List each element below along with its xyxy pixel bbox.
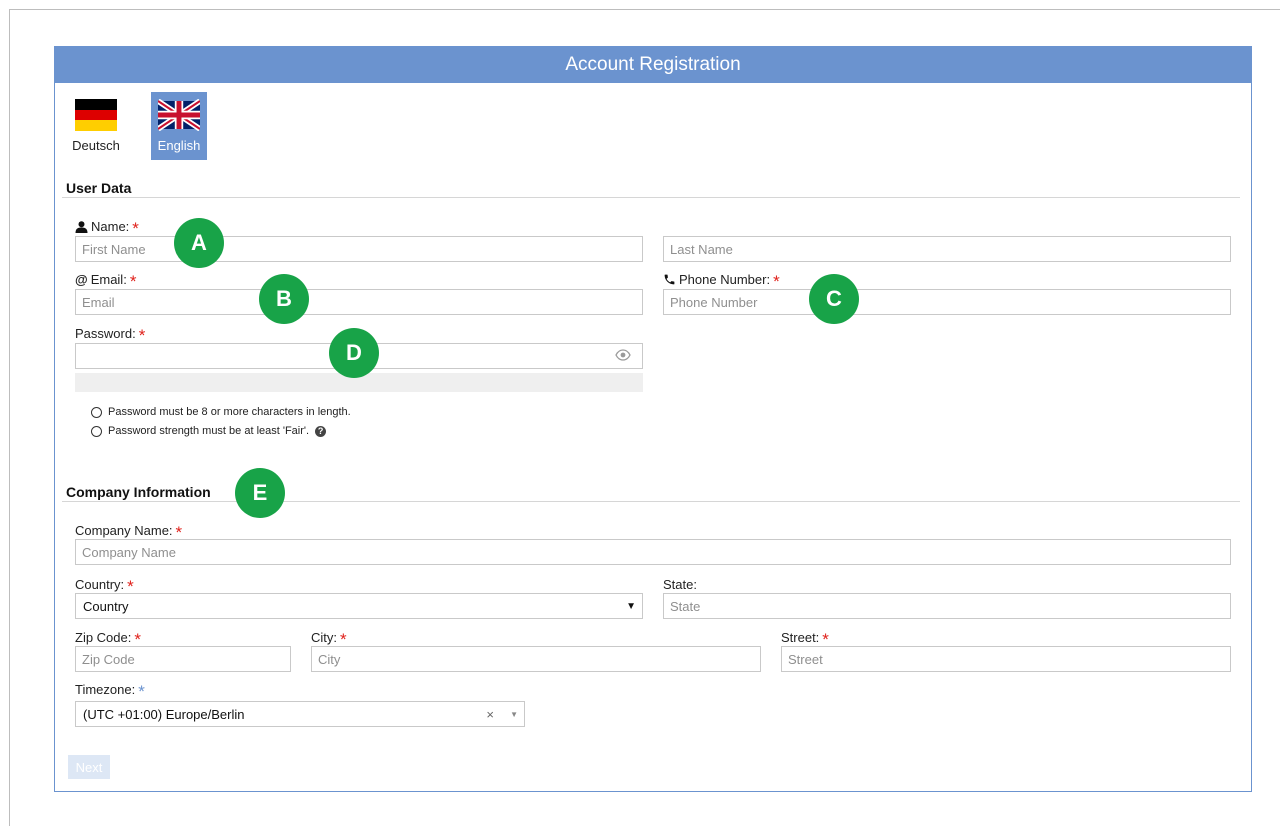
german-flag-icon — [75, 99, 117, 131]
next-button[interactable]: Next — [68, 755, 110, 779]
last-name-input[interactable] — [663, 236, 1231, 262]
phone-label: Phone Number: * — [663, 271, 780, 291]
panel-header: Account Registration — [55, 47, 1251, 83]
annotation-marker-b: B — [259, 274, 309, 324]
registration-panel: Account Registration — [54, 46, 1252, 792]
eye-icon[interactable] — [615, 349, 631, 361]
email-label-text: Email: — [90, 272, 127, 287]
rule-status-circle-icon — [91, 406, 102, 418]
chevron-down-icon[interactable]: ▼ — [510, 710, 518, 719]
timezone-label-text: Timezone: — [75, 682, 136, 697]
state-input[interactable] — [663, 593, 1231, 619]
country-select[interactable]: Country ▼ — [75, 593, 643, 619]
name-label: Name: * — [75, 218, 139, 238]
phone-label-text: Phone Number: — [679, 272, 771, 287]
at-icon: @ — [75, 272, 88, 287]
street-label-text: Street: — [781, 630, 820, 645]
password-label: Password: * — [75, 325, 146, 345]
required-indicator: * — [138, 681, 145, 701]
password-rule-strength: Password strength must be at least 'Fair… — [91, 425, 327, 437]
required-indicator: * — [340, 629, 347, 649]
section-title-company-information: Company Information — [66, 484, 211, 500]
country-label-text: Country: — [75, 577, 125, 592]
timezone-select[interactable]: (UTC +01:00) Europe/Berlin × ▼ — [75, 701, 525, 727]
name-label-text: Name: — [91, 219, 130, 234]
street-input[interactable] — [781, 646, 1231, 672]
city-label: City: * — [311, 629, 347, 649]
required-indicator: * — [773, 271, 780, 291]
company-name-input[interactable] — [75, 539, 1231, 565]
language-english[interactable]: English — [151, 92, 207, 160]
required-indicator: * — [127, 576, 134, 596]
password-rule-length: Password must be 8 or more characters in… — [91, 406, 351, 418]
annotation-marker-a: A — [174, 218, 224, 268]
required-indicator: * — [138, 325, 146, 345]
password-rule-text: Password must be 8 or more characters in… — [108, 406, 351, 418]
chevron-down-icon: ▼ — [626, 601, 636, 612]
page-title: Account Registration — [565, 54, 741, 75]
uk-flag-icon — [158, 99, 200, 131]
timezone-label: Timezone: * — [75, 681, 145, 701]
annotation-marker-e: E — [235, 468, 285, 518]
section-title-user-data: User Data — [66, 180, 132, 196]
language-label-english: English — [157, 138, 201, 153]
required-indicator: * — [132, 218, 139, 238]
annotation-marker-c: C — [809, 274, 859, 324]
country-label: Country: * — [75, 576, 134, 596]
phone-icon — [664, 274, 675, 285]
phone-input[interactable] — [663, 289, 1231, 315]
email-label: @ Email: * — [75, 271, 137, 291]
rule-status-circle-icon — [91, 425, 102, 437]
email-input[interactable] — [75, 289, 643, 315]
zip-code-input[interactable] — [75, 646, 291, 672]
company-name-label-text: Company Name: — [75, 523, 173, 538]
language-deutsch[interactable]: Deutsch — [68, 92, 124, 160]
required-indicator: * — [134, 629, 141, 649]
question-icon[interactable]: ? — [315, 425, 327, 437]
clear-x-icon[interactable]: × — [486, 707, 494, 722]
password-label-text: Password: — [75, 326, 136, 341]
first-name-input[interactable] — [75, 236, 643, 262]
country-select-value: Country — [83, 598, 129, 614]
language-label-deutsch: Deutsch — [72, 138, 120, 153]
zip-code-label-text: Zip Code: — [75, 630, 132, 645]
state-label-text: State: — [663, 577, 697, 592]
state-label: State: — [663, 577, 697, 592]
city-input[interactable] — [311, 646, 761, 672]
company-name-label: Company Name: * — [75, 522, 183, 542]
street-label: Street: * — [781, 629, 829, 649]
user-icon — [75, 220, 88, 233]
section-divider — [62, 197, 1240, 198]
required-indicator: * — [822, 629, 829, 649]
timezone-select-value: (UTC +01:00) Europe/Berlin — [83, 706, 245, 722]
city-label-text: City: — [311, 630, 337, 645]
required-indicator: * — [175, 522, 183, 542]
zip-code-label: Zip Code: * — [75, 629, 141, 649]
required-indicator: * — [129, 271, 137, 291]
annotation-marker-d: D — [329, 328, 379, 378]
password-rule-text: Password strength must be at least 'Fair… — [108, 425, 310, 437]
